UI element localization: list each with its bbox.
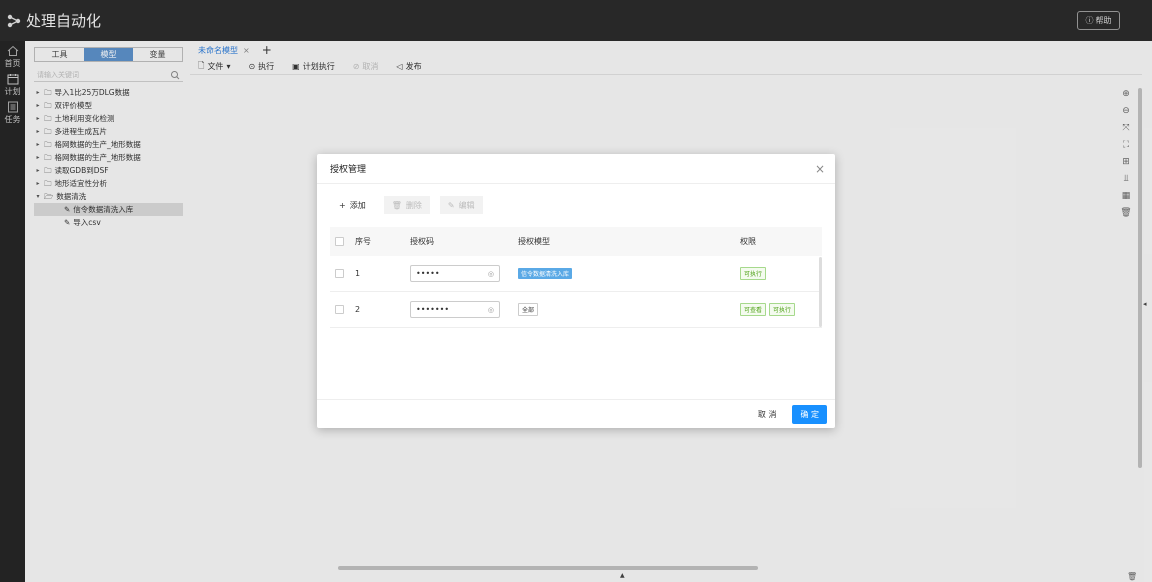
close-icon[interactable]: × <box>815 162 825 176</box>
col-header-no: 序号 <box>355 237 371 246</box>
add-label: 添加 <box>349 200 366 210</box>
auth-management-dialog: 授权管理 × + 添加 🗑 删除 ✎ 编辑 序号 授权码 授权模型 权限 1 ••••… <box>317 154 835 428</box>
col-header-code: 授权码 <box>410 237 434 246</box>
perm-tag: 可执行 <box>769 303 796 316</box>
edit-icon: ✎ <box>447 200 455 210</box>
select-all-checkbox[interactable] <box>335 237 344 246</box>
row-no: 1 <box>355 269 361 278</box>
dialog-header: 授权管理 × <box>317 154 835 184</box>
dialog-title: 授权管理 <box>330 165 367 175</box>
perm-tag: 可查看 <box>740 303 767 316</box>
table-row: 2 ••••••• ◎ 全部 可查看 可执行 <box>330 292 822 328</box>
edit-button[interactable]: ✎ 编辑 <box>439 196 483 214</box>
app-root: 处理自动化 ⓘ 帮助 首页 计划 任务 工具 模型 变量 请输入关键词 ▸ 🗀 … <box>0 0 1152 582</box>
plus-icon: + <box>339 200 346 210</box>
dialog-actions: + 添加 🗑 删除 ✎ 编辑 <box>331 196 483 214</box>
row-no: 2 <box>355 305 361 314</box>
table-header: 序号 授权码 授权模型 权限 <box>330 227 822 256</box>
auth-code-field[interactable]: ••••••• ◎ <box>410 301 500 318</box>
edit-label: 编辑 <box>458 200 475 210</box>
col-header-perm: 权限 <box>740 237 756 246</box>
table-row: 1 ••••• ◎ 信令数据清洗入库 可执行 <box>330 256 822 292</box>
model-tag: 信令数据清洗入库 <box>518 268 573 279</box>
cancel-button[interactable]: 取 消 <box>750 409 785 420</box>
auth-code-value: ••••• <box>416 269 440 278</box>
row-checkbox[interactable] <box>335 269 344 278</box>
delete-label: 删除 <box>405 200 422 210</box>
table-scrollbar[interactable] <box>819 257 822 327</box>
model-tag: 全部 <box>518 303 539 316</box>
eye-off-icon[interactable]: ◎ <box>488 270 494 278</box>
auth-table: 序号 授权码 授权模型 权限 1 ••••• ◎ 信令数据清洗入库 可执行 2 •… <box>330 227 822 328</box>
col-header-model: 授权模型 <box>518 237 550 246</box>
dialog-footer: 取 消 确 定 <box>317 399 835 428</box>
trash-icon: 🗑 <box>391 200 402 210</box>
auth-code-field[interactable]: ••••• ◎ <box>410 265 500 282</box>
eye-off-icon[interactable]: ◎ <box>488 306 494 314</box>
perm-tag: 可执行 <box>740 267 767 280</box>
row-checkbox[interactable] <box>335 305 344 314</box>
add-button[interactable]: + 添加 <box>331 196 374 214</box>
confirm-button[interactable]: 确 定 <box>792 404 827 424</box>
auth-code-value: ••••••• <box>416 305 450 314</box>
delete-button[interactable]: 🗑 删除 <box>383 196 430 214</box>
